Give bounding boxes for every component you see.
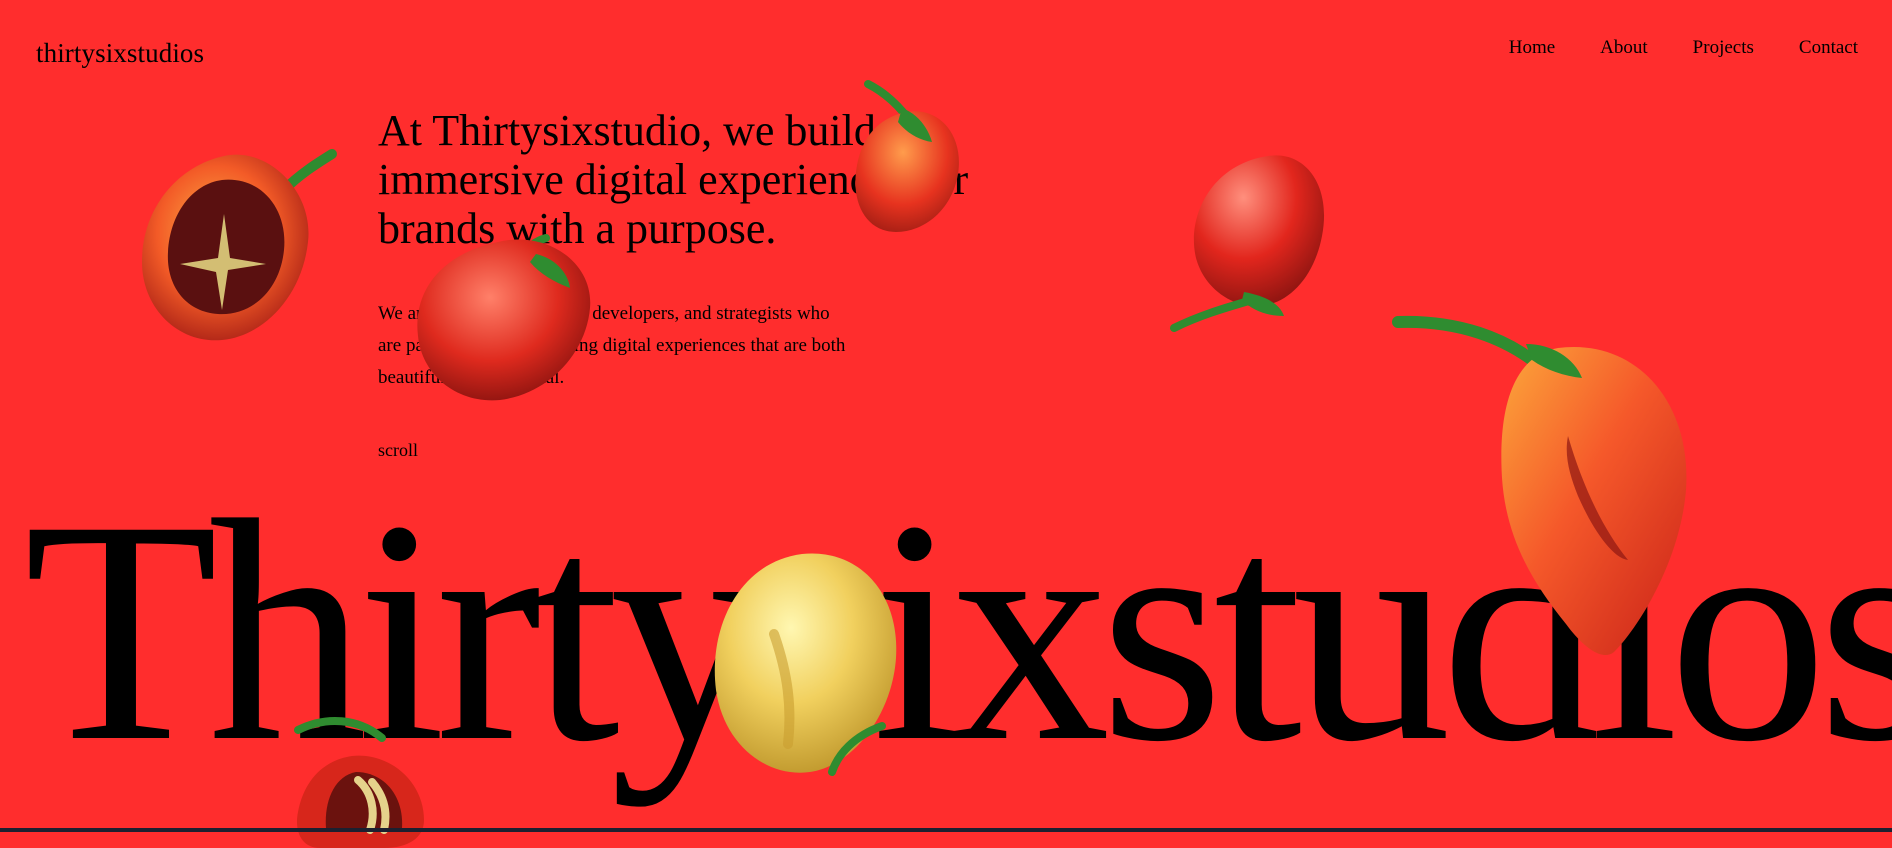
red-pepper-icon <box>402 224 602 420</box>
bottom-strip <box>0 828 1892 832</box>
small-red-pepper-icon <box>844 78 968 242</box>
nav-about-link[interactable]: About <box>1600 37 1648 59</box>
cut-pepper-icon <box>134 146 344 364</box>
yellow-pepper-icon <box>706 540 902 790</box>
site-logo[interactable]: thirtysixstudios <box>36 38 204 69</box>
nav-home-link[interactable]: Home <box>1509 37 1555 59</box>
orange-pepper-icon <box>1388 314 1694 668</box>
nav-contact-link[interactable]: Contact <box>1799 37 1858 59</box>
scroll-hint[interactable]: scroll <box>378 440 418 461</box>
cut-yellow-pepper-icon <box>280 708 440 848</box>
red-pepper-icon <box>1162 150 1340 336</box>
main-nav: Home About Projects Contact <box>1509 37 1858 59</box>
nav-projects-link[interactable]: Projects <box>1693 37 1754 59</box>
